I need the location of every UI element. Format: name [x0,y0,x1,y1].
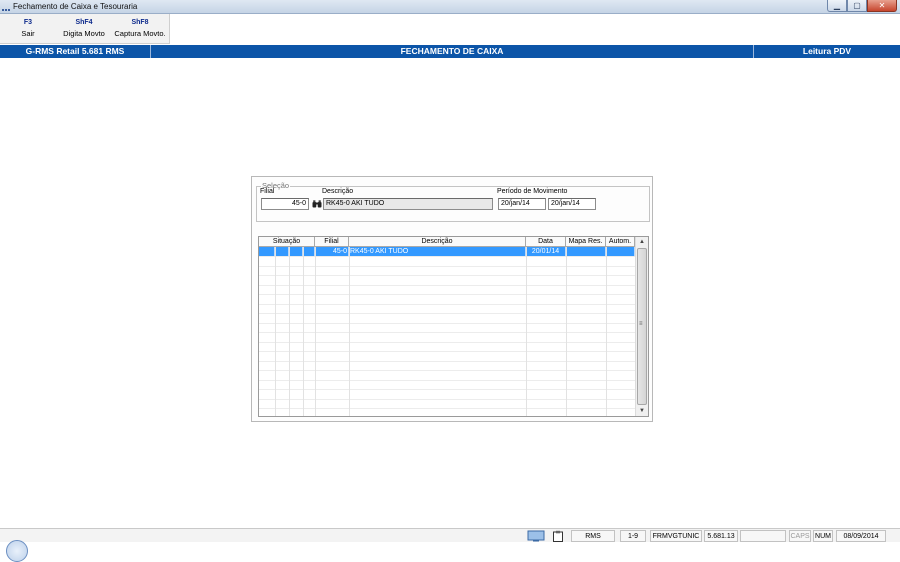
grid-col-line [289,247,290,416]
col-autom[interactable]: Autom. [606,237,635,247]
window-controls: ▁ ▢ ✕ [827,0,897,13]
captura-movto-button[interactable]: ShF8 Captura Movto. [112,14,168,43]
grid-col-line [315,247,316,416]
grid-col-line [349,247,350,416]
cell-filial: 45-0 [315,247,349,256]
status-range: 1-9 [620,530,646,542]
vertical-scrollbar[interactable]: ▲ ≡ ▼ [635,237,648,416]
mode-label: Leitura PDV [802,46,852,56]
window-title: Fechamento de Caixa e Tesouraria [13,2,138,11]
maximize-icon[interactable]: ▢ [847,0,867,12]
status-date: 08/09/2014 [836,530,886,542]
system-version: G-RMS Retail 5.681 RMS [0,45,151,58]
col-mapa-res[interactable]: Mapa Res. [566,237,606,247]
monitor-icon [527,530,545,542]
fkey-code: F3 [23,19,33,26]
fkey-label: Sair [21,29,35,38]
status-program: FRMVGTUNIC [650,530,702,542]
cell-situacao-1 [259,247,275,256]
start-orb-icon[interactable] [6,540,28,562]
periodo-inicio-field[interactable]: 20/jan/14 [498,198,546,210]
cell-situacao-3 [289,247,303,256]
filial-label: Filial [260,188,275,195]
status-caps: CAPS [789,530,811,542]
descricao-field: RK45-0 AKI TUDO [323,198,493,210]
cell-descricao: RK45-0 AKI TUDO [349,247,526,256]
scroll-up-icon[interactable]: ▲ [636,237,648,247]
selecao-group: Seleção Filial 45-0 Descrição RK45-0 AKI… [256,181,650,222]
scroll-down-icon[interactable]: ▼ [636,406,648,416]
status-num: NUM [813,530,833,542]
col-situacao[interactable]: Situação [259,237,315,247]
grid-col-line [526,247,527,416]
status-empty [740,530,786,542]
movimento-table: Situação Filial Descrição Data Mapa Res.… [258,236,649,417]
title-bar: Fechamento de Caixa e Tesouraria ▁ ▢ ✕ [0,0,900,14]
binoculars-icon[interactable] [312,200,322,208]
fkey-label: Digita Movto [63,29,105,38]
fkey-label: Captura Movto. [114,29,166,38]
fkey-code: ShF4 [75,19,93,26]
cell-situacao-4 [303,247,315,256]
grid-col-line [303,247,304,416]
close-icon[interactable]: ✕ [867,0,897,12]
module-header: G-RMS Retail 5.681 RMS FECHAMENTO DE CAI… [0,45,900,58]
cell-situacao-2 [275,247,289,256]
table-header: Situação Filial Descrição Data Mapa Res.… [259,237,635,247]
main-panel: Seleção Filial 45-0 Descrição RK45-0 AKI… [251,176,653,422]
periodo-label: Período de Movimento [497,188,568,195]
app-icon [2,4,11,11]
cell-data: 20/01/14 [526,247,566,256]
grid-col-line [275,247,276,416]
status-version: 5.681.13 [704,530,738,542]
minimize-icon[interactable]: ▁ [827,0,847,12]
desktop-strip [0,542,900,562]
filial-field[interactable]: 45-0 [261,198,309,210]
cell-mapa-res [566,247,606,256]
screen-title: FECHAMENTO DE CAIXA [151,45,754,58]
grid-col-line [566,247,567,416]
clipboard-icon [553,530,563,542]
col-filial[interactable]: Filial [315,237,349,247]
sair-button[interactable]: F3 Sair [0,14,56,43]
fkey-code: ShF8 [131,19,149,26]
col-descricao[interactable]: Descrição [349,237,526,247]
cell-autom [606,247,635,256]
function-key-toolbar: F3 Sair ShF4 Digita Movto ShF8 Captura M… [0,14,170,44]
col-data[interactable]: Data [526,237,566,247]
scroll-grip-icon: ≡ [639,321,643,327]
periodo-fim-field[interactable]: 20/jan/14 [548,198,596,210]
status-bar: RMS 1-9 FRMVGTUNIC 5.681.13 CAPS NUM 08/… [0,528,900,542]
grid-col-line [606,247,607,416]
digita-movto-button[interactable]: ShF4 Digita Movto [56,14,112,43]
descricao-label: Descrição [322,188,354,195]
status-system: RMS [571,530,615,542]
